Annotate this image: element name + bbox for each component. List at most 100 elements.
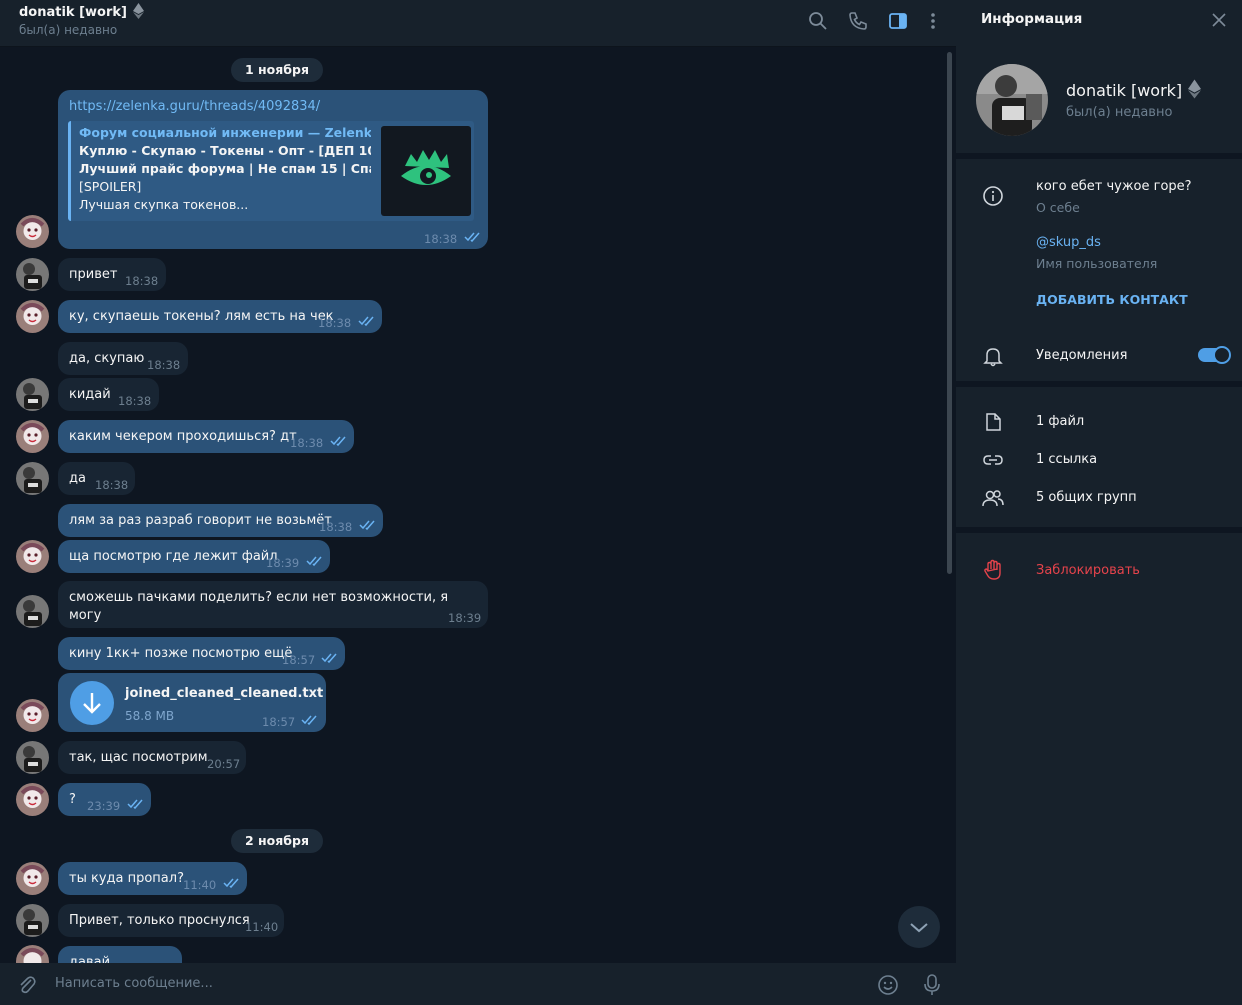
- message-outgoing[interactable]: давай: [58, 946, 182, 963]
- message-incoming[interactable]: сможешь пачками поделить? если нет возмо…: [58, 581, 488, 628]
- read-ticks-icon: [359, 520, 375, 531]
- peer-name[interactable]: donatik [work]: [19, 3, 144, 20]
- search-icon[interactable]: [807, 10, 829, 32]
- eye-logo-icon: [401, 150, 451, 185]
- avatar-self[interactable]: [16, 699, 49, 732]
- file-message[interactable]: joined_cleaned_cleaned.txt 58.8 MB 18:57: [58, 673, 326, 732]
- link-icon: [983, 455, 1003, 465]
- message-time: 18:38: [147, 358, 181, 372]
- message-input[interactable]: Написать сообщение...: [55, 976, 213, 991]
- bio-text: кого ебет чужое горе?: [1036, 179, 1192, 194]
- message-time: 18:39: [448, 611, 482, 625]
- download-arrow-icon: [83, 693, 101, 714]
- link-preview-card[interactable]: Форум социальной инженерии — Zelenka....…: [68, 121, 474, 221]
- avatar-self[interactable]: [16, 420, 49, 453]
- avatar-self[interactable]: [16, 540, 49, 573]
- add-contact-button[interactable]: ДОБАВИТЬ КОНТАКТ: [1036, 292, 1188, 307]
- preview-title-line: Куплю - Скупаю - Токены - Опт - [ДЕП 10к…: [79, 143, 371, 158]
- avatar-peer[interactable]: [16, 595, 49, 628]
- message-time: 18:38: [95, 478, 129, 492]
- download-button[interactable]: [70, 681, 114, 725]
- message-outgoing[interactable]: ку, скупаешь токены? лям есть на чек 18:…: [58, 300, 382, 333]
- message-outgoing[interactable]: каким чекером проходишься? дт 18:38: [58, 420, 354, 453]
- profile-name-text: donatik [work]: [1066, 81, 1183, 100]
- message-time: 20:57: [207, 757, 241, 771]
- file-name[interactable]: joined_cleaned_cleaned.txt: [125, 685, 323, 703]
- avatar-self[interactable]: [16, 862, 49, 895]
- avatar-self[interactable]: [16, 215, 49, 248]
- section-divider: [956, 381, 1242, 387]
- partial-message-clip: давай: [0, 944, 956, 963]
- avatar-peer[interactable]: [16, 462, 49, 495]
- message-text: да, скупаю: [69, 351, 145, 366]
- message-text: сможешь пачками поделить? если нет возмо…: [69, 590, 449, 623]
- more-menu-icon[interactable]: [922, 10, 944, 32]
- profile-status: был(а) недавно: [1066, 105, 1173, 120]
- avatar-peer[interactable]: [16, 258, 49, 291]
- message-time: 23:39: [87, 799, 121, 813]
- message-text: ку, скупаешь токены? лям есть на чек: [69, 309, 334, 324]
- chat-scrollbar[interactable]: [947, 52, 952, 574]
- section-divider: [956, 153, 1242, 159]
- message-outgoing[interactable]: ща посмотрю где лежит файл 18:39: [58, 540, 330, 573]
- message-outgoing[interactable]: кину 1кк+ позже посмотрю ещё 18:57: [58, 637, 345, 670]
- message-time: 11:40: [183, 878, 217, 892]
- block-user-button[interactable]: Заблокировать: [1036, 563, 1140, 578]
- notifications-toggle[interactable]: [1198, 346, 1231, 364]
- ethereum-icon: [1188, 79, 1202, 99]
- message-outgoing[interactable]: ? 23:39: [58, 783, 151, 816]
- preview-title-line: Лучший прайс форума | Не спам 15 | Спам …: [79, 161, 371, 176]
- message-incoming[interactable]: да 18:38: [58, 462, 135, 495]
- info-panel: Информация donatik [work] был(а) недавно…: [956, 0, 1242, 1005]
- message-incoming[interactable]: так, щас посмотрим 20:57: [58, 741, 246, 774]
- link-preview-message[interactable]: https://zelenka.guru/threads/4092834/ Фо…: [58, 90, 488, 249]
- read-ticks-icon: [464, 232, 480, 243]
- message-outgoing[interactable]: лям за раз разраб говорит не возьмёт 18:…: [58, 504, 383, 537]
- profile-avatar[interactable]: [976, 64, 1048, 136]
- username-link[interactable]: @skup_ds: [1036, 235, 1101, 250]
- avatar-peer[interactable]: [16, 741, 49, 774]
- avatar-self[interactable]: [16, 783, 49, 816]
- peer-status: был(а) недавно: [19, 23, 118, 37]
- message-incoming[interactable]: да, скупаю 18:38: [58, 342, 188, 375]
- ethereum-icon: [133, 3, 144, 19]
- message-incoming[interactable]: Привет, только проснулся 11:40: [58, 904, 284, 937]
- avatar-self[interactable]: [16, 300, 49, 333]
- chat-header[interactable]: donatik [work] был(а) недавно: [0, 0, 956, 47]
- close-icon[interactable]: [1211, 12, 1227, 28]
- shared-files-item[interactable]: 1 файл: [1036, 414, 1084, 429]
- message-time: 18:57: [262, 715, 296, 729]
- read-ticks-icon: [358, 316, 374, 327]
- avatar-peer[interactable]: [16, 904, 49, 937]
- preview-text-line: Лучшая скупка токенов...: [79, 197, 249, 212]
- preview-text-line: [SPOILER]: [79, 179, 142, 194]
- toggle-knob: [1213, 346, 1231, 364]
- message-time: 18:39: [266, 556, 300, 570]
- info-panel-title: Информация: [981, 11, 1083, 27]
- avatar-peer[interactable]: [16, 378, 49, 411]
- scroll-down-button[interactable]: [898, 906, 940, 948]
- message-incoming[interactable]: привет 18:38: [58, 258, 166, 291]
- profile-name: donatik [work]: [1066, 79, 1202, 100]
- attach-icon[interactable]: [16, 974, 38, 996]
- message-text: кидай: [69, 387, 111, 402]
- microphone-icon[interactable]: [921, 973, 943, 997]
- avatar-self[interactable]: [16, 945, 49, 963]
- shared-links-item[interactable]: 1 ссылка: [1036, 452, 1097, 467]
- read-ticks-icon: [306, 556, 322, 567]
- message-link[interactable]: https://zelenka.guru/threads/4092834/: [69, 98, 477, 116]
- message-time: 18:38: [290, 436, 324, 450]
- sidebar-toggle-icon[interactable]: [887, 10, 909, 32]
- message-text: да: [69, 471, 86, 486]
- preview-thumbnail: [381, 126, 471, 216]
- file-size: 58.8 MB: [125, 709, 175, 723]
- emoji-icon[interactable]: [877, 974, 899, 996]
- message-composer: Написать сообщение...: [0, 963, 956, 1005]
- message-incoming[interactable]: кидай 18:38: [58, 378, 159, 411]
- common-groups-item[interactable]: 5 общих групп: [1036, 490, 1137, 505]
- message-time: 18:57: [282, 653, 316, 667]
- message-time: 18:38: [118, 394, 152, 408]
- phone-icon[interactable]: [847, 10, 869, 32]
- read-ticks-icon: [127, 799, 143, 810]
- message-outgoing[interactable]: ты куда пропал? 11:40: [58, 862, 247, 895]
